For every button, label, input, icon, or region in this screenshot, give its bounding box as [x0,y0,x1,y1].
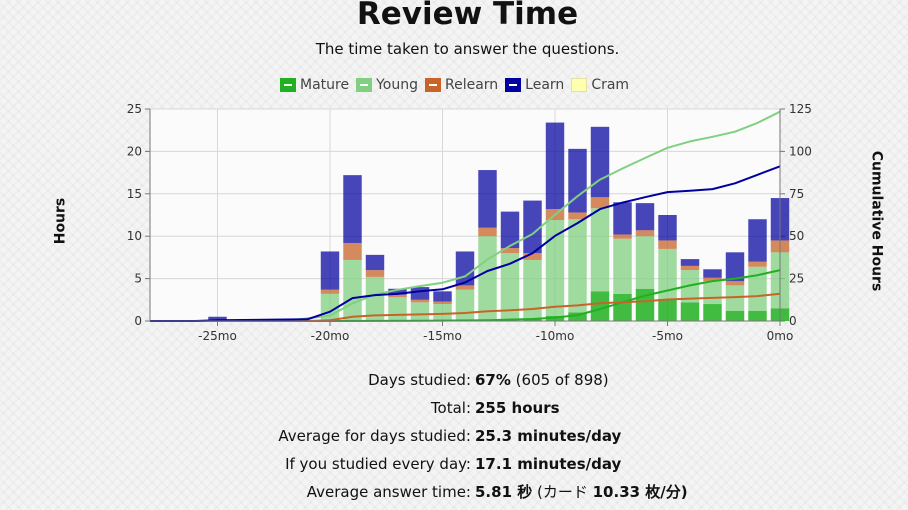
x-tick-label: -5mo [652,329,683,343]
bar-learn [343,175,362,243]
bar-young [455,289,475,321]
stat-row-total: Total: 255 hours [0,394,908,422]
bar-learn [680,259,700,266]
bar-learn [590,126,610,198]
bar-relearn [680,265,700,271]
stat-row-average-days-studied: Average for days studied: 25.3 minutes/d… [0,422,908,450]
stat-row-days-studied: Days studied: 67% (605 of 898) [0,366,908,394]
bar-relearn [343,242,362,260]
y-tick-label: 10 [127,229,142,243]
y2-tick-label: 125 [789,102,812,116]
stat-label: Average for days studied: [278,427,471,445]
bar-relearn [365,270,385,277]
bar-learn [748,219,767,262]
bar-learn [320,251,340,290]
bar-relearn [410,299,430,303]
bar-relearn [455,285,475,290]
bar-relearn [613,234,632,239]
y2-tick-label: 0 [789,314,797,328]
bar-young [635,236,655,289]
bar-learn [703,269,722,278]
bar-relearn [433,301,452,305]
y-tick-label: 0 [134,314,142,328]
x-tick-label: -10mo [536,329,575,343]
bar-mature [725,310,745,321]
y-tick-label: 25 [127,102,142,116]
bar-learn [433,291,452,302]
stat-row-every-day: If you studied every day: 17.1 minutes/d… [0,450,908,478]
bar-mature [748,310,767,321]
bar-learn [635,203,655,231]
bar-young [478,236,497,321]
stat-label: Average answer time: [306,483,471,501]
bar-relearn [725,281,745,286]
bar-young [590,208,610,292]
x-tick-label: -15mo [423,329,462,343]
stat-value: 255 hours [475,399,560,417]
y-tick-label: 5 [134,272,142,286]
bar-learn [523,200,542,254]
bar-learn [568,148,587,213]
bar-young [703,281,722,305]
stat-label: Days studied: [368,371,471,389]
y2-tick-label: 75 [789,187,804,201]
bar-learn [410,287,430,300]
bar-relearn [748,261,767,267]
y2-tick-label: 100 [789,144,812,158]
bar-learn [365,254,385,271]
stat-row-answer-time: Average answer time: 5.81 秒 (カード 10.33 枚… [0,478,908,506]
x-tick-label: 0mo [767,329,794,343]
bar-mature [680,302,700,321]
stat-value: 25.3 minutes/day [475,427,622,445]
y2-tick-label: 50 [789,229,804,243]
stat-value: 5.81 秒 (カード 10.33 枚/分) [475,483,688,501]
bar-young [523,259,542,320]
x-tick-label: -25mo [198,329,237,343]
bar-young [388,297,407,321]
bar-learn [613,202,632,235]
bar-relearn [478,227,497,237]
bar-relearn [658,240,677,249]
x-tick-label: -20mo [311,329,350,343]
stats-table: Days studied: 67% (605 of 898) Total: 25… [0,366,908,506]
y2-tick-label: 25 [789,272,804,286]
bar-learn [658,215,677,241]
stat-value: 17.1 minutes/day [475,455,622,473]
stat-value: 67% (605 of 898) [475,371,609,389]
bar-young [613,238,632,294]
bar-young [433,304,452,321]
bar-relearn [320,289,340,294]
bar-young [545,220,565,316]
stat-label: If you studied every day: [285,455,471,473]
bar-learn [545,122,565,210]
bar-mature [703,304,722,321]
bar-young [410,302,430,321]
bar-learn [478,170,497,228]
review-time-chart: 0 5 10 15 20 25 0 25 50 75 100 125 -25mo -20mo -15mo -1… [127,102,812,343]
y-tick-label: 20 [127,144,142,158]
bar-mature [658,299,677,321]
bar-relearn [635,230,655,237]
y-tick-label: 15 [127,187,142,201]
bar-young [343,259,362,321]
bar-young [568,219,587,313]
stat-label: Total: [430,399,471,417]
bar-mature [613,293,632,321]
